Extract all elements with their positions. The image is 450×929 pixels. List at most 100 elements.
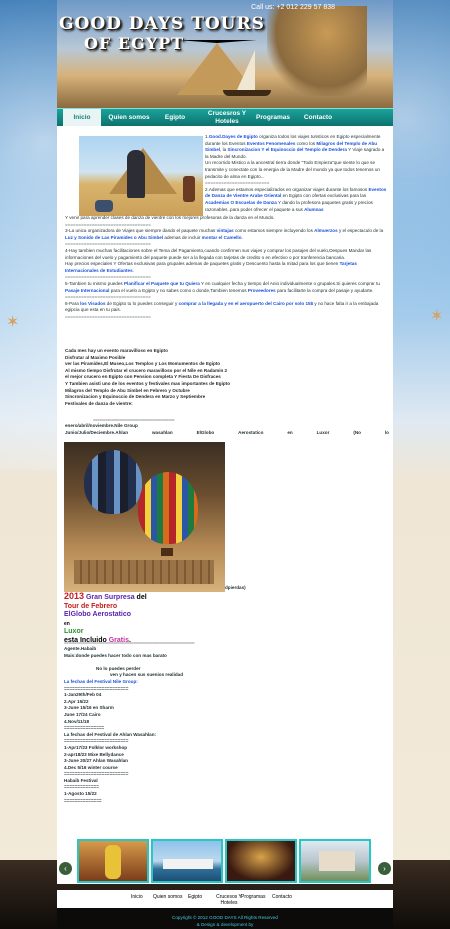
nav-item-inicio[interactable]: Inicio: [63, 109, 101, 127]
visado-aeropuerto-link[interactable]: comprar a la llegada y en el aeropuerto …: [179, 301, 314, 306]
eventos-link[interactable]: Eventos Fenomenales: [247, 141, 296, 146]
luz-sonido-link[interactable]: Luz y Sonido de Las Piramides o Abu Simb…: [65, 235, 163, 240]
list-item: 2.Apr 15/22: [64, 698, 89, 704]
vintajas-link[interactable]: vintajas: [217, 228, 234, 233]
promo-globo: ElGlobo Aerostatico: [64, 611, 132, 618]
footer-link-egipto[interactable]: Egipto: [188, 894, 202, 900]
text: ElGlobo: [196, 430, 215, 435]
slider-thumb-palace[interactable]: [299, 839, 371, 883]
tourist-figure: [127, 150, 145, 198]
nav-item-quien-somos[interactable]: Quien somos: [107, 109, 151, 127]
text: 2.Ademas que estamos especializados en o…: [205, 186, 369, 192]
felucca-sail-image: [237, 50, 255, 90]
slider-prev-button[interactable]: ‹: [59, 862, 72, 875]
promo-tour: Tour de Febrero: [64, 602, 118, 610]
text: lo: [384, 430, 389, 435]
slider-thumb-hall[interactable]: [225, 839, 297, 883]
pasaje-link[interactable]: Pasaje Internacional: [65, 288, 109, 293]
text: Junio/Julio/Deciembre.Ahlan: [65, 430, 129, 435]
nav-label: Inicio: [73, 114, 91, 121]
nav-item-contacto[interactable]: Contacto: [297, 109, 339, 127]
text: como estamos siempre incluyendo los: [233, 228, 315, 234]
text: para facilitarte la compra del pasaje y …: [275, 287, 374, 293]
text: como los: [295, 140, 317, 146]
text: 5-Tambien tu mismo puedes: [65, 280, 124, 286]
separator: ================================: [65, 274, 151, 280]
dendera-link[interactable]: Sincronizacion Y el Equinoccio del Templ…: [227, 147, 346, 152]
tourist-pyramids-photo: [79, 136, 203, 216]
camello-link[interactable]: montar el Camello: [202, 235, 242, 240]
site-footer: Copyright © 2012 GOOD DAYS All Rights Re…: [57, 908, 393, 929]
slider-thumb-cruise[interactable]: [151, 839, 223, 883]
footer-link-contacto[interactable]: Contacto: [272, 894, 292, 900]
text: en Egipto con ofertas exclusivas para la…: [281, 193, 367, 199]
horse-figure: [183, 176, 195, 202]
academias-link[interactable]: Academias O Escuelas de Danza: [205, 200, 277, 205]
list-item: Y Tambien asisti uno de los eventos y fe…: [65, 380, 230, 386]
sphinx-image: [267, 6, 367, 96]
slider-thumb-dancer[interactable]: [77, 839, 149, 883]
intro-paragraph-2: Y venir para aprender clases de danza de…: [65, 215, 389, 321]
separator: ========================: [64, 771, 129, 777]
text: de Egipto tu lo puedes conseguir y: [105, 300, 179, 306]
list-item: 2-apr18/23 Mixe Bellydance: [64, 751, 124, 757]
text: 3-La unica organizadora de Viajes que si…: [65, 228, 217, 234]
footer-link-programas[interactable]: Programas: [241, 894, 265, 900]
almuerzos-link[interactable]: Almuerzos: [314, 228, 338, 233]
text: Un recorrido Mistico a la ancestral tier…: [205, 160, 380, 179]
list-item: Al mismo tiempo Disfrutar el crucero mar…: [65, 367, 228, 373]
text: 6-Para: [65, 300, 81, 306]
intro-paragraph-1: 1.Good.Dayes de Egipto organiza todos lo…: [205, 134, 389, 213]
cruise-ship-figure: [163, 859, 213, 869]
text: .: [132, 267, 134, 273]
list-item: 3-June 15/16 en Sharm: [64, 705, 114, 711]
text: .: [241, 234, 243, 240]
nav-label: Contacto: [303, 114, 333, 121]
nile-festival-link[interactable]: La fechas del Festival Nile Group:: [64, 679, 138, 684]
alumnas-link[interactable]: Alumnas: [304, 207, 323, 212]
separator: =============: [64, 784, 99, 790]
separator: ========================: [205, 180, 270, 186]
slider-next-button[interactable]: ›: [378, 862, 391, 875]
temple-image: [74, 560, 214, 584]
separator: ==============: [64, 797, 102, 803]
nav-item-cruceros-hoteles[interactable]: Crucesros Y Hoteles: [205, 109, 249, 127]
list-item: Cada mes hay un evento maravilloso en Eg…: [65, 348, 168, 353]
footer-link-inicio[interactable]: Inicio: [131, 894, 143, 900]
image-slider: ‹ ›: [57, 832, 393, 884]
list-item: 1-Jan29th/Feb 04: [64, 692, 102, 698]
starfish-icon: ✶: [6, 314, 20, 331]
separator: ================================: [65, 294, 151, 300]
felucca-boat-image: [223, 90, 271, 96]
footer-nav: Inicio Quien somos Egipto Crucesos Y Hot…: [57, 890, 393, 908]
brand-link[interactable]: Good.Dayes de Egipto: [209, 134, 258, 139]
promo-text: del: [134, 594, 147, 601]
list-item: ver las Piramides,El Museo,Los Templos y…: [65, 361, 221, 367]
text: 4-Hay tambien muchas facilitaciones sobr…: [65, 247, 372, 260]
text: ademas de incluir: [163, 234, 202, 240]
hot-air-balloon-photo: [64, 442, 225, 592]
nav-item-egipto[interactable]: Egipto: [155, 109, 195, 127]
separator: ========================================: [93, 417, 175, 422]
child-figure: [95, 200, 113, 212]
events-list: Cada mes hay un evento maravilloso en Eg…: [65, 348, 389, 407]
design-credit: & Design & development by: [196, 922, 254, 927]
visados-link[interactable]: los Visados: [80, 301, 105, 306]
site-title: GOOD DAYS TOURS: [59, 14, 265, 34]
proveedores-link[interactable]: Proveedores: [248, 288, 276, 293]
nav-label: Programas: [256, 114, 290, 121]
text: en: [287, 430, 293, 435]
planificar-link[interactable]: Planificar el Paquete que tu Quiera: [124, 281, 200, 286]
phone-number: Call us: +2 012 229 57 838: [251, 4, 335, 11]
separator: ================================: [65, 221, 151, 227]
months-line-1: enero/abril/noviembre.Nile Group: [65, 423, 138, 428]
text: Hay precios especiales Y Ofertas exclusi…: [65, 261, 340, 267]
footer-link-quien-somos[interactable]: Quien somos: [153, 894, 182, 900]
list-item: Sincronizacion y Equinoccio de Dendera e…: [65, 394, 206, 400]
nav-label: Crucesros Y Hoteles: [207, 110, 247, 125]
nav-item-programas[interactable]: Programas: [251, 109, 295, 127]
palace-figure: [319, 851, 355, 871]
promo-text: en: [64, 620, 70, 627]
after-photo-text: dpierdas): [225, 585, 246, 590]
text: Habaib Festival: [64, 777, 98, 783]
